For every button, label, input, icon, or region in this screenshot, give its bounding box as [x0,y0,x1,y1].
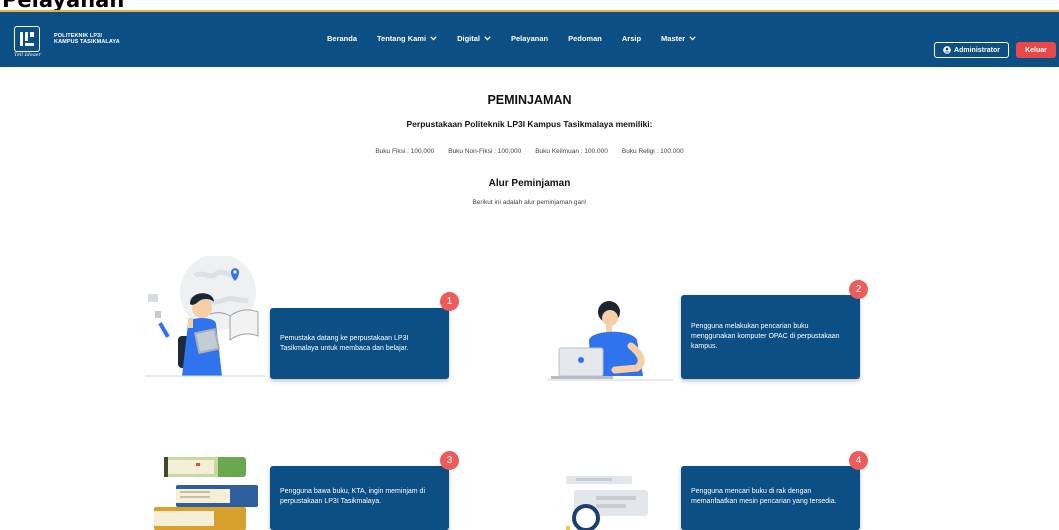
nav-item-arsip[interactable]: Arsip [622,34,641,43]
nav-label: Tentang Kami [377,34,427,43]
nav-item-pelayanan[interactable]: Pelayanan [511,34,548,43]
nav-item-pedoman[interactable]: Pedoman [568,34,602,43]
step-number-badge-1: 1 [440,292,459,311]
stack-of-books-illustration [154,457,258,530]
nav-label: Digital [457,34,480,43]
page-subtitle: Perpustakaan Politeknik LP3I Kampus Tasi… [406,119,653,129]
brand-signature: Tell Ideaer [14,52,42,58]
step-card-2: Pengguna melakukan pencarian buku menggu… [681,295,860,379]
stat-fiksi: Buku Fiksi : 100.000 [375,148,435,155]
student-with-books-illustration [145,256,265,377]
nav-label: Pelayanan [510,34,549,43]
top-navbar: POLITEKNIK LP3I KAMPUS TASIKMALAYA Tell … [0,12,1059,67]
step-number-badge-3: 3 [440,451,459,470]
brand[interactable]: POLITEKNIK LP3I KAMPUS TASIKMALAYA [14,26,120,52]
step-card-1: Pemustaka datang ke perpustakaan LP3I Ta… [270,308,449,379]
search-illustration [566,476,648,530]
collection-stats: Buku Fiksi : 100.000 Buku Non-Fiksi : 10… [0,148,1059,155]
lp3i-logo-icon [14,26,40,52]
administrator-label: Administrator [954,46,1000,54]
nav-item-master[interactable]: Master [661,34,696,43]
nav-label: Pedoman [568,34,602,43]
person-at-laptop-illustration [547,301,673,381]
step-text: Pengguna melakukan pencarian buku menggu… [691,323,840,350]
nav-label: Master [661,34,686,43]
step-card-4: Pengguna mencari buku di rak dengan mema… [681,466,860,530]
chevron-down-icon [689,36,696,41]
step-text: Pemustaka datang ke perpustakaan LP3I Ta… [280,334,409,352]
stat-keilmuan: Buku Keilmuan : 100.000 [535,148,608,155]
nav-label: Arsip [621,34,642,43]
brand-line2: KAMPUS TASIKMALAYA [54,39,120,45]
chevron-down-icon [484,36,491,41]
stat-non-fiksi: Buku Non-Fiksi : 100.000 [448,148,522,155]
logout-button[interactable]: Keluar [1016,42,1056,58]
page-title: PEMINJAMAN [487,93,572,107]
chevron-down-icon [430,36,437,41]
flow-description: Berikut ini adalah alur peminjaman gan! [472,199,587,206]
flow-title: Alur Peminjaman [488,178,571,189]
step-card-3: Pengguna bawa buku, KTA, ingin meminjam … [270,466,449,530]
stat-religi: Buku Religi : 100.000 [621,148,684,155]
step-number-badge-4: 4 [849,451,868,470]
administrator-button[interactable]: Administrator [934,42,1009,58]
step-number-badge-2: 2 [849,280,868,299]
user-circle-icon [943,46,951,54]
nav-item-beranda[interactable]: Beranda [327,34,357,43]
main-nav: Beranda Tentang Kami Digital Pelayanan P… [327,34,696,43]
nav-item-digital[interactable]: Digital [457,34,491,43]
nav-label: Beranda [327,34,358,43]
step-text: Pengguna bawa buku, KTA, ingin meminjam … [280,488,426,505]
step-text: Pengguna mencari buku di rak dengan mema… [691,488,837,505]
brand-text: POLITEKNIK LP3I KAMPUS TASIKMALAYA [54,33,120,45]
nav-item-tentang-kami[interactable]: Tentang Kami [377,34,437,43]
